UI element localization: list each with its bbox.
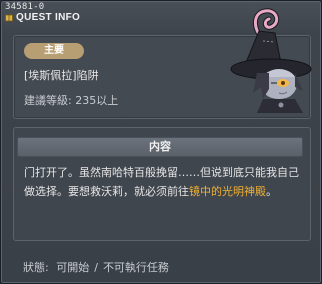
witch-npc-portrait	[230, 8, 312, 113]
title-row: QUEST INFO	[5, 12, 80, 23]
quest-content-panel: 内容 门打开了。虽然南哈特百般挽留……但说到底只能我自己做选择。要想救沃莉，就必…	[13, 127, 311, 241]
quest-level-requirement: 建議等級: 235以上	[24, 94, 119, 107]
quest-book-icon	[5, 14, 13, 21]
status-separator: /	[94, 261, 98, 274]
quest-name: [埃斯佩拉]陷阱	[24, 69, 99, 82]
quest-status: 狀態: 可開始 / 不可執行任務	[23, 259, 169, 275]
quest-description: 门打开了。虽然南哈特百般挽留……但说到底只能我自己做选择。要想救沃莉，就必须前往…	[24, 163, 306, 201]
description-end: 。	[266, 185, 277, 198]
destination-highlight: 镜中的光明神殿	[189, 185, 266, 198]
quest-type-badge: 主要	[24, 43, 84, 59]
content-header: 内容	[17, 137, 303, 157]
status-label: 狀態:	[23, 261, 49, 274]
quest-id: 34581-0	[5, 2, 45, 12]
window-title: QUEST INFO	[16, 12, 81, 23]
quest-info-window: 34581-0 QUEST INFO 主要 [埃斯佩拉]陷阱 建議等級: 235…	[0, 0, 322, 284]
status-can-start: 可開始	[56, 261, 90, 274]
status-cannot-execute: 不可執行任務	[102, 261, 169, 274]
